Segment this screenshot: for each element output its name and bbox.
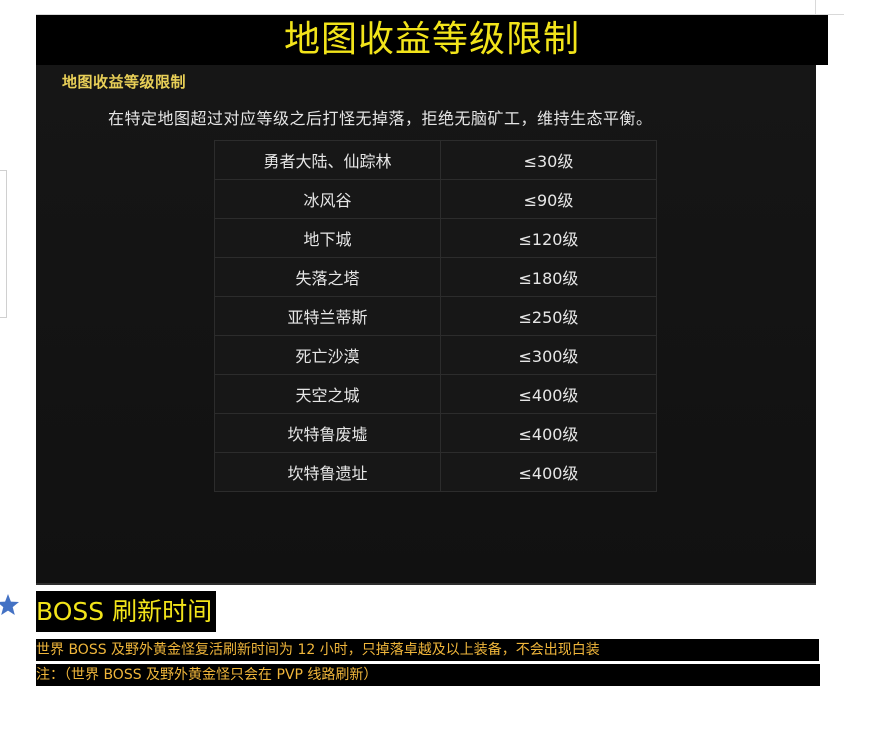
page-guide-left: [0, 170, 7, 318]
map-name-cell: 天空之城: [214, 374, 441, 414]
page-title: 地图收益等级限制: [36, 15, 828, 65]
star-icon: [0, 594, 19, 615]
table-row: 失落之塔 ≤180级: [214, 257, 658, 297]
level-limit-panel: 地图收益等级限制 在特定地图超过对应等级之后打怪无掉落，拒绝无脑矿工，维持生态平…: [36, 65, 816, 585]
map-name-cell: 死亡沙漠: [214, 335, 441, 375]
level-limit-table: 勇者大陆、仙踪林 ≤30级 冰风谷 ≤90级 地下城 ≤120级 失落之塔 ≤1…: [214, 140, 658, 492]
level-limit-cell: ≤400级: [439, 452, 658, 492]
table-row: 天空之城 ≤400级: [214, 374, 658, 414]
level-limit-cell: ≤300级: [439, 335, 658, 375]
map-name-cell: 勇者大陆、仙踪林: [214, 140, 441, 180]
panel-title: 地图收益等级限制: [62, 73, 187, 91]
map-name-cell: 亚特兰蒂斯: [214, 296, 441, 336]
boss-refresh-note: 世界 BOSS 及野外黄金怪复活刷新时间为 12 小时，只掉落卓越及以上装备，不…: [36, 639, 819, 661]
page-guide-right: [815, 0, 816, 14]
boss-pvp-note: 注：（世界 BOSS 及野外黄金怪只会在 PVP 线路刷新）: [36, 664, 820, 686]
level-limit-cell: ≤400级: [439, 374, 658, 414]
table-row: 亚特兰蒂斯 ≤250级: [214, 296, 658, 336]
table-row: 冰风谷 ≤90级: [214, 179, 658, 219]
table-row: 勇者大陆、仙踪林 ≤30级: [214, 140, 658, 180]
map-name-cell: 冰风谷: [214, 179, 441, 219]
panel-description: 在特定地图超过对应等级之后打怪无掉落，拒绝无脑矿工，维持生态平衡。: [108, 109, 653, 128]
table-row: 坎特鲁遗址 ≤400级: [214, 452, 658, 492]
boss-heading: BOSS 刷新时间: [36, 591, 217, 632]
map-name-cell: 失落之塔: [214, 257, 441, 297]
table-row: 坎特鲁废墟 ≤400级: [214, 413, 658, 453]
table-row: 死亡沙漠 ≤300级: [214, 335, 658, 375]
table-row: 地下城 ≤120级: [214, 218, 658, 258]
level-limit-cell: ≤250级: [439, 296, 658, 336]
map-name-cell: 地下城: [214, 218, 441, 258]
level-limit-cell: ≤400级: [439, 413, 658, 453]
map-name-cell: 坎特鲁废墟: [214, 413, 441, 453]
level-limit-cell: ≤30级: [439, 140, 658, 180]
level-limit-cell: ≤90级: [439, 179, 658, 219]
map-name-cell: 坎特鲁遗址: [214, 452, 441, 492]
level-limit-cell: ≤120级: [439, 218, 658, 258]
level-limit-cell: ≤180级: [439, 257, 658, 297]
